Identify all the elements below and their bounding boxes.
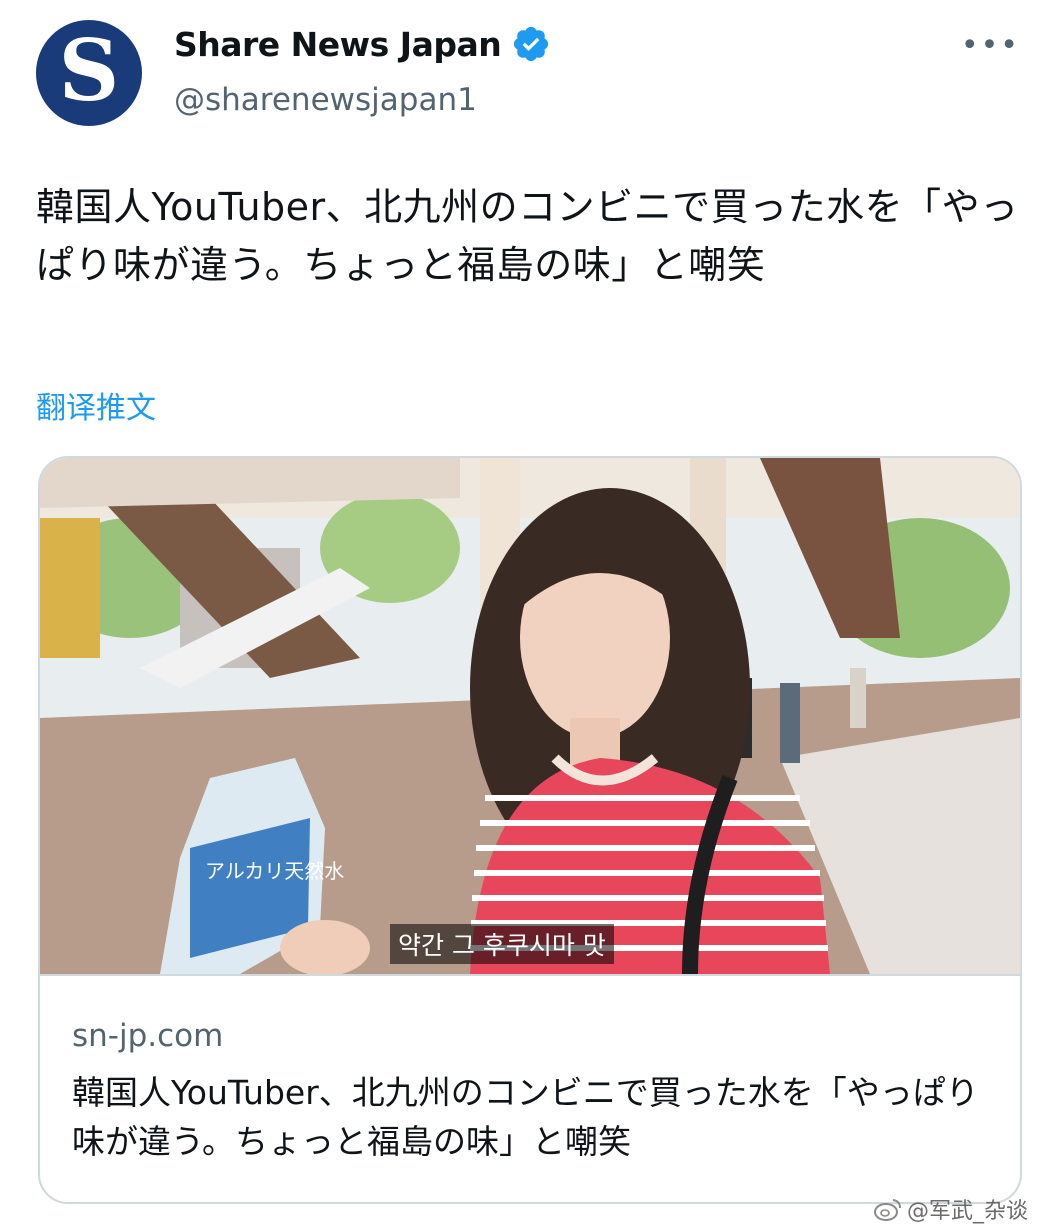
card-title: 韓国人YouTuber、北九州のコンビニで買った水を「やっぱり味が違う。ちょっと… <box>72 1073 979 1161</box>
author-name-row: Share News Japan <box>174 24 551 64</box>
watermark: @军武_杂谈 <box>873 1193 1028 1225</box>
street-photo: アルカリ天然水 <box>40 458 1020 974</box>
card-image: アルカリ天然水 약간 그 후쿠시마 맛 <box>40 458 1020 974</box>
more-icon[interactable]: ••• <box>961 28 1020 63</box>
video-subtitle: 약간 그 후쿠시마 맛 <box>390 924 614 964</box>
verified-badge-icon <box>514 26 549 62</box>
link-card[interactable]: アルカリ天然水 약간 그 후쿠시마 맛 sn-jp.com 韓国人YouTube… <box>38 456 1022 1204</box>
translate-link[interactable]: 翻译推文 <box>36 383 156 427</box>
bottle-label: アルカリ天然水 <box>205 859 344 883</box>
avatar-letter: S <box>58 21 120 120</box>
handle[interactable]: @sharenewsjapan1 <box>174 82 477 118</box>
card-domain: sn-jp.com <box>72 1018 224 1054</box>
weibo-icon <box>873 1199 901 1221</box>
avatar[interactable]: S <box>36 20 142 126</box>
card-footer: sn-jp.com 韓国人YouTuber、北九州のコンビニで買った水を「やっぱ… <box>40 974 1020 1202</box>
display-name[interactable]: Share News Japan <box>174 25 502 64</box>
watermark-text: @军武_杂谈 <box>906 1199 1028 1224</box>
tweet-text: 韓国人YouTuber、北九州のコンビニで買った水を「やっぱり味が違う。ちょっと… <box>36 185 1019 287</box>
